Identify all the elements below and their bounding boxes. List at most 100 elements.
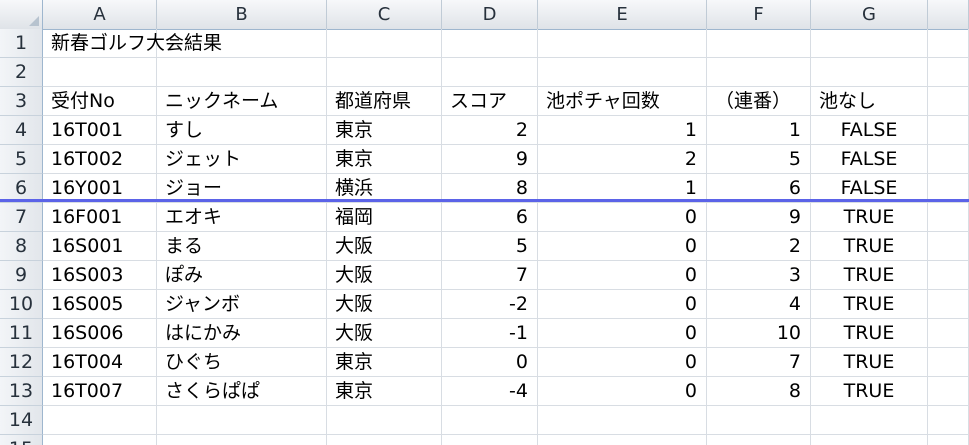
column-header-a[interactable]: A <box>43 0 157 29</box>
row-header-15[interactable]: 15 <box>0 435 43 445</box>
cell-d5[interactable]: 9 <box>442 145 538 174</box>
column-header-f[interactable]: F <box>707 0 811 29</box>
cell-h15[interactable] <box>928 435 969 445</box>
cell-h10[interactable] <box>928 290 969 319</box>
cell-b7[interactable]: エオキ <box>157 203 327 232</box>
cell-d10[interactable]: -2 <box>442 290 538 319</box>
select-all-corner[interactable] <box>0 0 43 29</box>
cell-e8[interactable]: 0 <box>538 232 707 261</box>
cell-c7[interactable]: 福岡 <box>327 203 442 232</box>
cell-g4[interactable]: FALSE <box>811 116 928 145</box>
cell-a4[interactable]: 16T001 <box>43 116 157 145</box>
cell-f11[interactable]: 10 <box>707 319 811 348</box>
cell-g5[interactable]: FALSE <box>811 145 928 174</box>
cell-h5[interactable] <box>928 145 969 174</box>
cell-d7[interactable]: 6 <box>442 203 538 232</box>
cell-g14[interactable] <box>811 406 928 435</box>
cell-b10[interactable]: ジャンボ <box>157 290 327 319</box>
cell-d4[interactable]: 2 <box>442 116 538 145</box>
cell-c14[interactable] <box>327 406 442 435</box>
cell-g10[interactable]: TRUE <box>811 290 928 319</box>
cell-h1[interactable] <box>928 29 969 58</box>
cell-e5[interactable]: 2 <box>538 145 707 174</box>
cell-d11[interactable]: -1 <box>442 319 538 348</box>
column-header-h[interactable] <box>928 0 969 29</box>
row-header-5[interactable]: 5 <box>0 145 43 174</box>
cell-a14[interactable] <box>43 406 157 435</box>
row-header-3[interactable]: 3 <box>0 87 43 116</box>
row-header-11[interactable]: 11 <box>0 319 43 348</box>
row-header-9[interactable]: 9 <box>0 261 43 290</box>
cell-g8[interactable]: TRUE <box>811 232 928 261</box>
cell-f1[interactable] <box>707 29 811 58</box>
cell-c2[interactable] <box>327 58 442 87</box>
cell-h8[interactable] <box>928 232 969 261</box>
cell-c3[interactable]: 都道府県 <box>327 87 442 116</box>
cell-c15[interactable] <box>327 435 442 445</box>
cell-g13[interactable]: TRUE <box>811 377 928 406</box>
cell-b15[interactable] <box>157 435 327 445</box>
cell-f14[interactable] <box>707 406 811 435</box>
row-header-7[interactable]: 7 <box>0 203 43 232</box>
column-header-b[interactable]: B <box>157 0 327 29</box>
cell-h2[interactable] <box>928 58 969 87</box>
cell-d1[interactable] <box>442 29 538 58</box>
cell-a8[interactable]: 16S001 <box>43 232 157 261</box>
row-header-13[interactable]: 13 <box>0 377 43 406</box>
freeze-pane-split-line[interactable] <box>0 199 969 202</box>
cell-g1[interactable] <box>811 29 928 58</box>
row-header-8[interactable]: 8 <box>0 232 43 261</box>
cell-d12[interactable]: 0 <box>442 348 538 377</box>
cell-e10[interactable]: 0 <box>538 290 707 319</box>
cell-c4[interactable]: 東京 <box>327 116 442 145</box>
cell-f4[interactable]: 1 <box>707 116 811 145</box>
cell-a13[interactable]: 16T007 <box>43 377 157 406</box>
cell-f9[interactable]: 3 <box>707 261 811 290</box>
cell-f2[interactable] <box>707 58 811 87</box>
cell-a9[interactable]: 16S003 <box>43 261 157 290</box>
cell-d8[interactable]: 5 <box>442 232 538 261</box>
cell-f12[interactable]: 7 <box>707 348 811 377</box>
row-header-12[interactable]: 12 <box>0 348 43 377</box>
cell-a5[interactable]: 16T002 <box>43 145 157 174</box>
cell-f5[interactable]: 5 <box>707 145 811 174</box>
cell-d2[interactable] <box>442 58 538 87</box>
cell-e14[interactable] <box>538 406 707 435</box>
cell-g2[interactable] <box>811 58 928 87</box>
cell-g12[interactable]: TRUE <box>811 348 928 377</box>
cell-e15[interactable] <box>538 435 707 445</box>
cell-e13[interactable]: 0 <box>538 377 707 406</box>
cell-d15[interactable] <box>442 435 538 445</box>
column-header-e[interactable]: E <box>538 0 707 29</box>
cell-h12[interactable] <box>928 348 969 377</box>
cell-d14[interactable] <box>442 406 538 435</box>
cell-g11[interactable]: TRUE <box>811 319 928 348</box>
cell-h3[interactable] <box>928 87 969 116</box>
cell-g9[interactable]: TRUE <box>811 261 928 290</box>
cell-e1[interactable] <box>538 29 707 58</box>
cell-e9[interactable]: 0 <box>538 261 707 290</box>
cell-b3[interactable]: ニックネーム <box>157 87 327 116</box>
row-header-4[interactable]: 4 <box>0 116 43 145</box>
cell-a11[interactable]: 16S006 <box>43 319 157 348</box>
cell-a12[interactable]: 16T004 <box>43 348 157 377</box>
cell-h14[interactable] <box>928 406 969 435</box>
cell-c8[interactable]: 大阪 <box>327 232 442 261</box>
cell-e12[interactable]: 0 <box>538 348 707 377</box>
cell-h13[interactable] <box>928 377 969 406</box>
cell-e11[interactable]: 0 <box>538 319 707 348</box>
cell-b1[interactable] <box>157 29 327 58</box>
cell-c13[interactable]: 東京 <box>327 377 442 406</box>
row-header-1[interactable]: 1 <box>0 29 43 58</box>
cell-e7[interactable]: 0 <box>538 203 707 232</box>
cell-d9[interactable]: 7 <box>442 261 538 290</box>
cell-d13[interactable]: -4 <box>442 377 538 406</box>
cell-c9[interactable]: 大阪 <box>327 261 442 290</box>
cell-a1[interactable]: 新春ゴルフ大会結果 <box>43 29 222 58</box>
cell-b5[interactable]: ジェット <box>157 145 327 174</box>
cell-a7[interactable]: 16F001 <box>43 203 157 232</box>
cell-b12[interactable]: ひぐち <box>157 348 327 377</box>
column-header-g[interactable]: G <box>811 0 928 29</box>
cell-d3[interactable]: スコア <box>442 87 538 116</box>
row-header-2[interactable]: 2 <box>0 58 43 87</box>
